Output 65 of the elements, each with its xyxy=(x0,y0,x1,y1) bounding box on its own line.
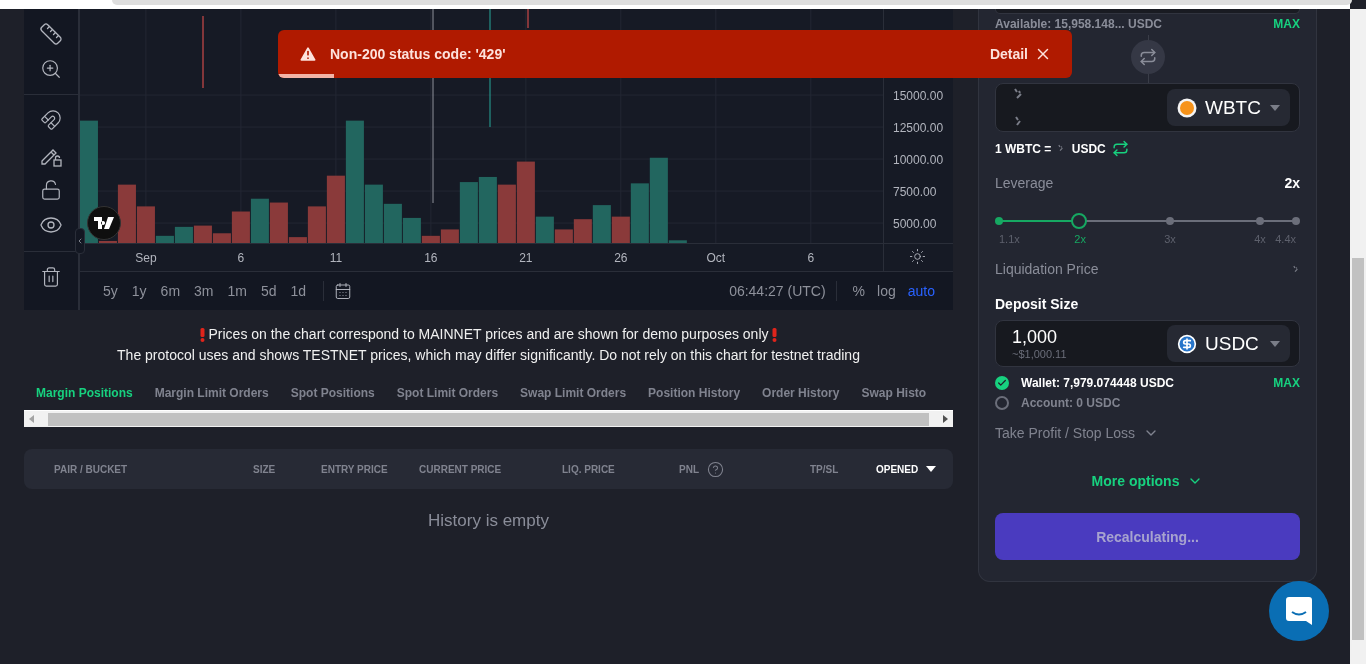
time-range-button[interactable]: 5y xyxy=(96,283,125,299)
time-axis-label: Sep xyxy=(135,251,157,265)
more-options-toggle[interactable]: More options xyxy=(1091,473,1204,489)
tab[interactable]: Spot Positions xyxy=(290,382,375,404)
time-axis-label: 6 xyxy=(807,251,815,265)
empty-state-text: History is empty xyxy=(427,511,550,531)
liquidation-label: Liquidation Price xyxy=(995,261,1099,277)
leverage-label: Leverage xyxy=(995,175,1054,191)
rate-suffix: USDC xyxy=(1071,141,1106,156)
funding-source-option[interactable]: Account: 0 USDC xyxy=(995,396,1121,410)
time-axis-label: 21 xyxy=(519,251,533,265)
price-axis-label: 12500.00 xyxy=(893,121,944,136)
detail-button[interactable]: Detail xyxy=(989,45,1052,63)
tab[interactable]: Swap Histo xyxy=(861,382,927,404)
deposit-amount: 1,000 xyxy=(1012,327,1059,348)
time-axis-label: 26 xyxy=(614,251,628,265)
tab[interactable]: Swap Limit Orders xyxy=(520,382,627,404)
notice-text: The protocol uses and shows TESTNET prices, which may differ significantly. Do not rely on this chart for testnet trading xyxy=(117,346,860,365)
rate-prefix: 1 WBTC = xyxy=(995,141,1052,156)
column-header: TP/SL xyxy=(810,463,840,475)
funding-source-option[interactable]: Wallet: 7,979.074448 USDC xyxy=(995,376,1174,390)
max-button[interactable]: MAX xyxy=(1273,376,1300,390)
deposit-label: Deposit Size xyxy=(995,296,1079,312)
notice-text: Prices on the chart correspond to MAINNET prices and are shown for demo purposes only xyxy=(208,325,769,344)
available-balance: Available: 15,958.148... USDC xyxy=(995,17,1162,31)
token-selector[interactable]: WBTC xyxy=(1167,89,1290,126)
price-axis-label: 7500.00 xyxy=(893,185,937,200)
time-range-button[interactable]: 6m xyxy=(153,283,188,299)
time-range-button[interactable]: 1y xyxy=(124,283,154,299)
leverage-value: 2x xyxy=(1284,175,1300,191)
time-range-button[interactable]: 1d xyxy=(283,283,314,299)
time-axis-label: 11 xyxy=(329,251,343,265)
column-header: SIZE xyxy=(253,463,277,475)
status-dropdown[interactable]: OPENED xyxy=(876,463,953,475)
column-header: ENTRY PRICE xyxy=(321,463,389,475)
scale-option[interactable]: auto xyxy=(901,283,941,299)
deposit-usd-value: ~$1,000.11 xyxy=(1012,348,1067,360)
tp-sl-toggle[interactable]: Take Profit / Stop Loss xyxy=(995,425,1160,441)
tab[interactable]: Spot Limit Orders xyxy=(396,382,499,404)
price-axis-label: 10000.00 xyxy=(893,153,944,168)
tab[interactable]: Order History xyxy=(762,382,840,404)
deposit-field[interactable]: 1,000 ~$1,000.11 USDC xyxy=(995,320,1300,367)
price-axis-label: 5000.00 xyxy=(893,217,937,232)
time-range-button[interactable]: 3m xyxy=(187,283,221,299)
clock-text: 06:44:27 (UTC) xyxy=(729,283,826,299)
column-header: CURRENT PRICE xyxy=(419,463,503,475)
time-axis-label: Oct xyxy=(706,251,726,265)
column-header: PNL xyxy=(679,460,810,478)
leverage-stop-label[interactable]: 2x xyxy=(1074,233,1086,245)
column-header: LIQ. PRICE xyxy=(562,463,616,475)
time-axis-label: 6 xyxy=(237,251,245,265)
time-axis-label: 16 xyxy=(424,251,438,265)
time-range-button[interactable]: 1m xyxy=(220,283,254,299)
time-range-button[interactable]: 5d xyxy=(253,283,284,299)
scale-option[interactable]: log xyxy=(871,283,902,299)
column-header: PAIR / BUCKET xyxy=(54,463,129,475)
scale-option[interactable]: % xyxy=(846,283,872,299)
tab[interactable]: Position History xyxy=(648,382,741,404)
toast-message: Non-200 status code: '429' xyxy=(330,46,506,62)
max-button[interactable]: MAX xyxy=(1273,17,1300,31)
token-selector[interactable]: USDC xyxy=(1167,325,1290,362)
buy-amount-field[interactable]: WBTC xyxy=(995,83,1300,132)
tab[interactable]: Margin Limit Orders xyxy=(154,382,269,404)
price-axis-label: 15000.00 xyxy=(893,89,944,104)
tab[interactable]: Margin Positions xyxy=(36,382,133,404)
